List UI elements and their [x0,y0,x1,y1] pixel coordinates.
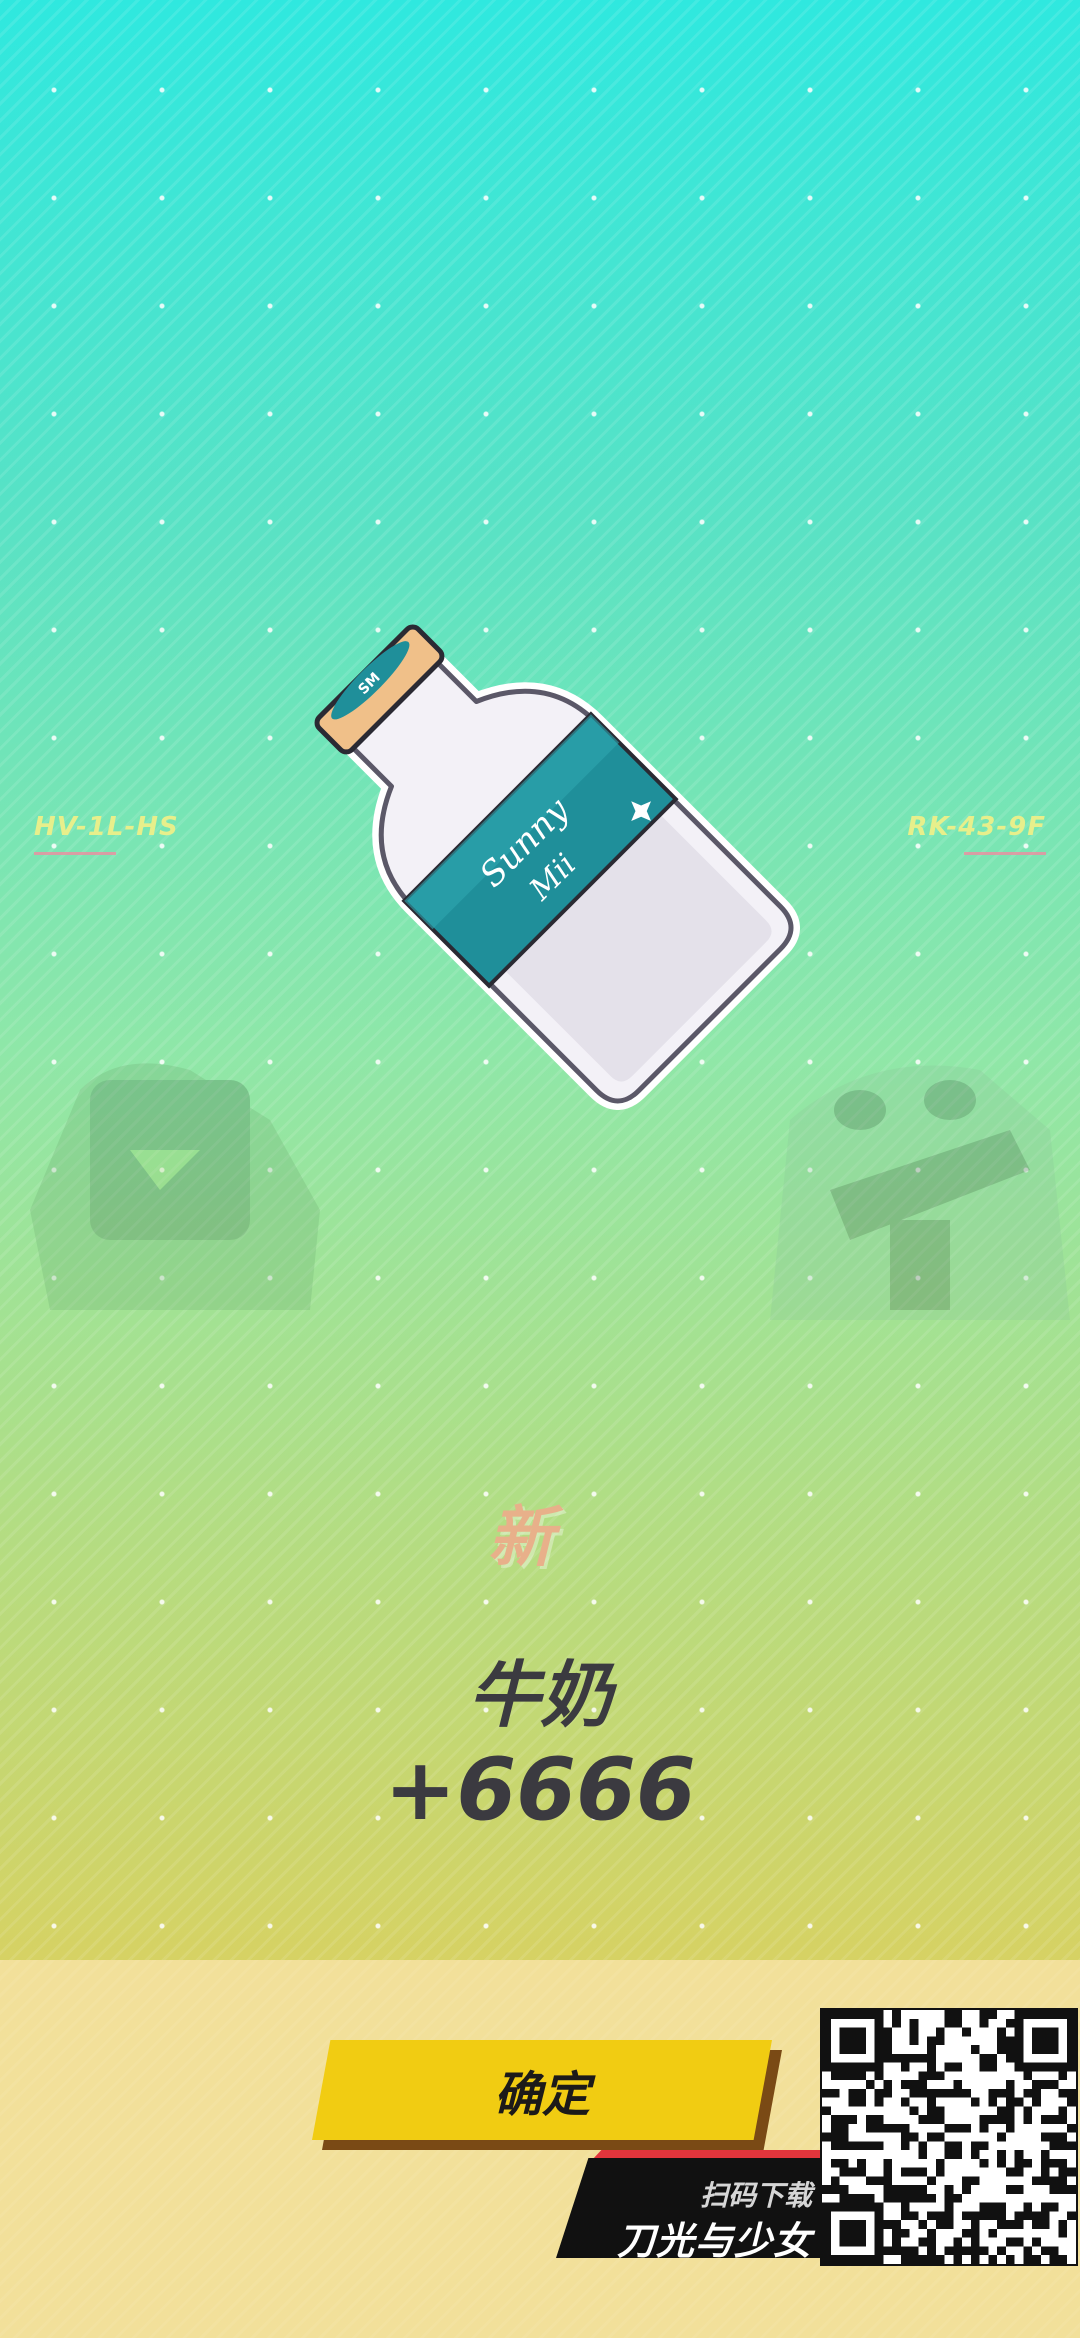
new-badge: 新 [488,1499,554,1576]
confirm-button[interactable]: 确定 [312,2040,782,2150]
code-label-right: RK-43-9F [907,812,1046,855]
promo-scan-text: 扫码下载 [699,2179,812,2212]
promo-game-title: 刀光与少女 [616,2219,812,2263]
confirm-button-label: 确定 [493,2067,590,2123]
qr-code-icon [820,2008,1078,2266]
milk-bottle-icon: Sunny Mii SM [314,624,800,1110]
item-name: 牛奶 [467,1653,612,1737]
confirm-button-face[interactable]: 确定 [312,2040,772,2140]
item-count: +6666 [384,1740,696,1840]
promo-banner: 扫码下载 刀光与少女 [556,2150,826,2263]
code-label-left: HV-1L-HS [34,812,179,855]
